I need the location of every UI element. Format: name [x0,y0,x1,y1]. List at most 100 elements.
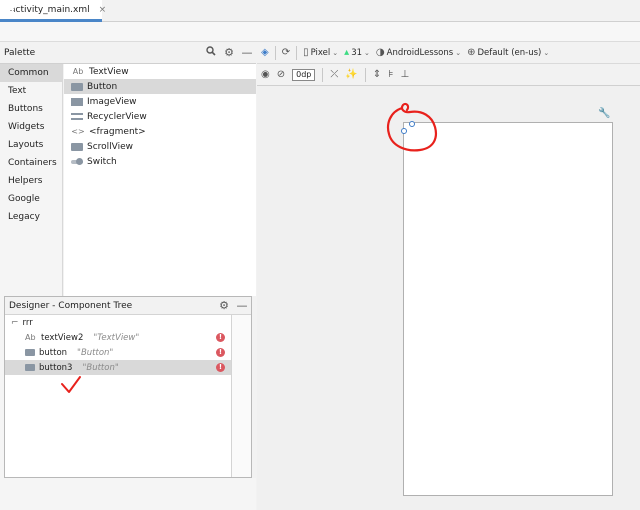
toolbar-separator [296,45,298,60]
tree-item-name: textView2 [41,332,84,343]
palette-title: Palette [4,47,36,58]
textview-icon: Ab [72,66,84,76]
clear-constraints-icon[interactable]: ⤫ [330,69,338,80]
orientation-icon[interactable]: ⟳ [282,47,290,58]
fragment-icon: <> [71,126,85,136]
tree-row-button[interactable]: button "Button" ! [5,345,231,360]
component-tree-title: Designer - Component Tree [9,300,133,311]
tree-row-button3[interactable]: button3 "Button" ! [5,360,231,375]
gear-icon[interactable]: ⚙ [215,299,233,312]
resize-handle[interactable] [409,121,415,127]
design-toolbar-bottom: ◉ ⊘ 0dp ⤫ ✨ ⇕ ⊧ ⊥ [257,64,640,86]
tree-root-row[interactable]: ⌐ rrr [5,315,231,330]
category-layouts[interactable]: Layouts [0,136,62,154]
theme-icon: ◑ [375,47,385,58]
tab-label: activity_main.xml [10,4,90,15]
switch-icon [71,157,83,165]
autoconnect-off-icon[interactable]: ⊘ [277,69,285,80]
layers-icon[interactable]: ◈ [261,47,269,58]
infer-constraints-icon[interactable]: ✨ [345,69,357,80]
category-common[interactable]: Common [0,64,62,82]
widget-label: ScrollView [87,141,134,152]
error-icon[interactable]: ! [216,333,225,342]
component-tree-body: ⌐ rrr Ab textView2 "TextView" ! button "… [5,315,231,477]
eye-icon[interactable]: ◉ [261,69,270,80]
android-icon: ▴ [344,47,350,58]
palette-widget-list: Ab TextView Button ImageView RecyclerVie… [64,64,256,296]
wrench-icon[interactable]: 🔧 [598,108,610,119]
left-panel-footer [0,478,256,510]
widget-recyclerview[interactable]: RecyclerView [64,109,256,124]
component-tree-scrollbar[interactable] [231,315,251,477]
category-widgets[interactable]: Widgets [0,118,62,136]
component-tree-panel: Designer - Component Tree ⚙ — ⌐ rrr Ab t… [4,296,252,478]
theme-selector[interactable]: ◑ AndroidLessons ⌄ [376,47,461,58]
device-label: Pixel [310,47,331,58]
widget-switch[interactable]: Switch [64,154,256,169]
tree-item-name: button3 [39,362,73,373]
tab-activity-main-xml[interactable]: activity_main.xml × [0,0,106,22]
toolbar-separator [322,67,324,82]
tree-root-label: rrr [22,317,33,328]
theme-label: AndroidLessons [386,47,454,58]
widget-label: Switch [87,156,117,167]
category-text[interactable]: Text [0,82,62,100]
widget-label: RecyclerView [87,111,147,122]
toolbar-separator [274,45,276,60]
chevron-down-icon: ⌄ [455,48,462,57]
button-icon [25,349,35,356]
button-icon [25,364,35,371]
locale-selector[interactable]: ⊕ Default (en-us) ⌄ [467,47,549,58]
locale-label: Default (en-us) [477,47,542,58]
device-preview[interactable] [403,122,613,496]
chevron-down-icon: ⌄ [543,48,550,57]
error-icon[interactable]: ! [216,363,225,372]
search-icon[interactable] [202,46,220,59]
design-toolbar-top: ◈ ⟳ ▯ Pixel ⌄ ▴ 31 ⌄ ◑ AndroidLessons ⌄ … [257,42,640,64]
align-icon[interactable]: ⊧ [388,69,393,80]
button-icon [71,82,83,91]
scrollview-icon [71,142,83,151]
pack-icon[interactable]: ⇕ [373,69,381,80]
editor-header-strip [0,22,640,42]
guidelines-icon[interactable]: ⊥ [400,69,409,80]
default-margin-field[interactable]: 0dp [292,68,316,81]
tree-item-name: button [39,347,68,358]
category-containers[interactable]: Containers [0,154,62,172]
tree-item-text: "TextView" [93,332,140,343]
minimize-icon[interactable]: — [233,299,251,312]
phone-icon: ▯ [303,47,309,58]
textview-icon: Ab [25,333,36,342]
category-google[interactable]: Google [0,190,62,208]
widget-fragment[interactable]: <> <fragment> [64,124,256,139]
error-icon[interactable]: ! [216,348,225,357]
imageview-icon [71,97,83,106]
tree-item-text: "Button" [82,362,119,373]
api-level-label: 31 [351,47,363,58]
api-level-selector[interactable]: ▴ 31 ⌄ [344,47,370,58]
chevron-down-icon: ⌄ [364,48,370,57]
component-tree-header: Designer - Component Tree ⚙ — [5,297,251,315]
widget-imageview[interactable]: ImageView [64,94,256,109]
widget-button[interactable]: Button [64,79,256,94]
chevron-down-icon: ⌄ [332,48,339,57]
widget-label: <fragment> [89,126,146,137]
category-buttons[interactable]: Buttons [0,100,62,118]
device-selector[interactable]: ▯ Pixel ⌄ [303,47,338,58]
toolbar-separator [364,67,366,82]
tree-row-textview2[interactable]: Ab textView2 "TextView" ! [5,330,231,345]
resize-handle[interactable] [401,128,407,134]
widget-textview[interactable]: Ab TextView [64,64,256,79]
minimize-icon[interactable]: — [238,46,256,59]
widget-scrollview[interactable]: ScrollView [64,139,256,154]
recyclerview-icon [71,113,83,120]
widget-label: TextView [89,66,129,77]
tree-item-text: "Button" [77,347,114,358]
tab-close-icon[interactable]: × [99,5,107,15]
editor-tab-bar: activity_main.xml × [0,0,640,22]
category-legacy[interactable]: Legacy [0,208,62,226]
category-helpers[interactable]: Helpers [0,172,62,190]
palette-header: Palette ⚙ — [0,42,256,64]
gear-icon[interactable]: ⚙ [220,46,238,59]
widget-label: Button [87,81,118,92]
